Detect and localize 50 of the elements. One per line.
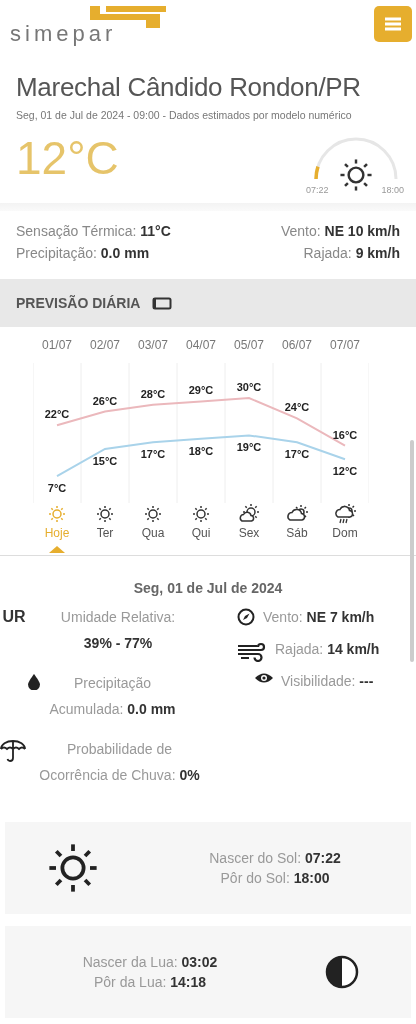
max-temperature-label: 30°C — [236, 381, 262, 393]
sunrise-text: Nascer do Sol: 07:22 — [209, 850, 341, 866]
day-tab[interactable]: Sáb — [285, 503, 309, 540]
moonset-text: Pôr da Lua: 14:18 — [93, 974, 207, 990]
detail-stat: Visibilidade: --- — [281, 672, 374, 691]
forecast-date: 06/07 — [282, 338, 312, 352]
weather-stat: Rajada: 9 km/h — [302, 245, 400, 261]
city-name: Marechal Cândido Rondon/PR — [16, 72, 362, 103]
weather-stat: Sensação Térmica: 11°C — [16, 223, 172, 239]
date-subtitle: Seg, 01 de Jul de 2024 - 09:00 - Dados estimados por modelo numérico — [16, 109, 353, 121]
forecast-date: 07/07 — [330, 338, 360, 352]
sunset-time: 18:00 — [381, 185, 404, 195]
detail-stat: Precipitação Acumulada: 0.0 mm — [48, 674, 177, 719]
min-temperature-label: 19°C — [236, 441, 262, 454]
max-temperature-label: 16°C — [332, 428, 358, 441]
moonrise-text: Nascer da Lua: 03:02 — [82, 954, 218, 970]
humidity-label: UR — [2, 607, 26, 627]
forecast-date: 01/07 — [42, 338, 72, 352]
min-temperature-label: 7°C — [47, 482, 67, 495]
forecast-date: 05/07 — [234, 338, 264, 352]
max-temperature-label: 29°C — [188, 384, 214, 397]
min-temperature-label: 17°C — [140, 448, 166, 461]
day-tab[interactable]: Qua — [141, 503, 165, 540]
max-temperature-label: 24°C — [284, 401, 310, 414]
min-temperature-label: 12°C — [332, 465, 358, 478]
detail-date: Seg, 01 de Jul de 2024 — [132, 580, 284, 596]
max-temperature-label: 22°C — [44, 408, 70, 421]
sunset-text: Pôr do Sol: 18:00 — [220, 870, 330, 886]
min-temperature-label: 15°C — [92, 455, 118, 467]
max-temperature-label: 26°C — [92, 394, 118, 407]
min-temperature-label: 18°C — [188, 444, 214, 457]
forecast-date: 04/07 — [186, 338, 216, 352]
weather-stat: Vento: NE 10 km/h — [279, 223, 400, 239]
day-tab[interactable]: Ter — [94, 503, 116, 540]
max-temperature-label: 28°C — [140, 387, 166, 400]
detail-stat: Probabilidade de Ocorrência de Chuva: 0% — [38, 740, 201, 785]
logo-text: simepar — [10, 22, 117, 46]
section-title: PREVISÃO DIÁRIA — [16, 295, 141, 311]
day-tab[interactable]: Qui — [190, 503, 212, 540]
sunrise-time: 07:22 — [306, 185, 329, 195]
detail-stat: Rajada: 14 km/h — [275, 640, 380, 659]
forecast-date: 03/07 — [138, 338, 168, 352]
detail-stat: Umidade Relativa: 39% - 77% — [59, 608, 177, 653]
forecast-date: 02/07 — [90, 338, 120, 352]
day-tab[interactable]: Dom — [332, 503, 358, 540]
detail-stat: Vento: NE 7 km/h — [263, 608, 375, 627]
day-tab[interactable]: Sex — [238, 503, 260, 540]
min-temperature-label: 17°C — [284, 448, 310, 461]
current-temperature: 12°C — [16, 135, 119, 186]
weather-stat: Precipitação: 0.0 mm — [16, 245, 151, 261]
